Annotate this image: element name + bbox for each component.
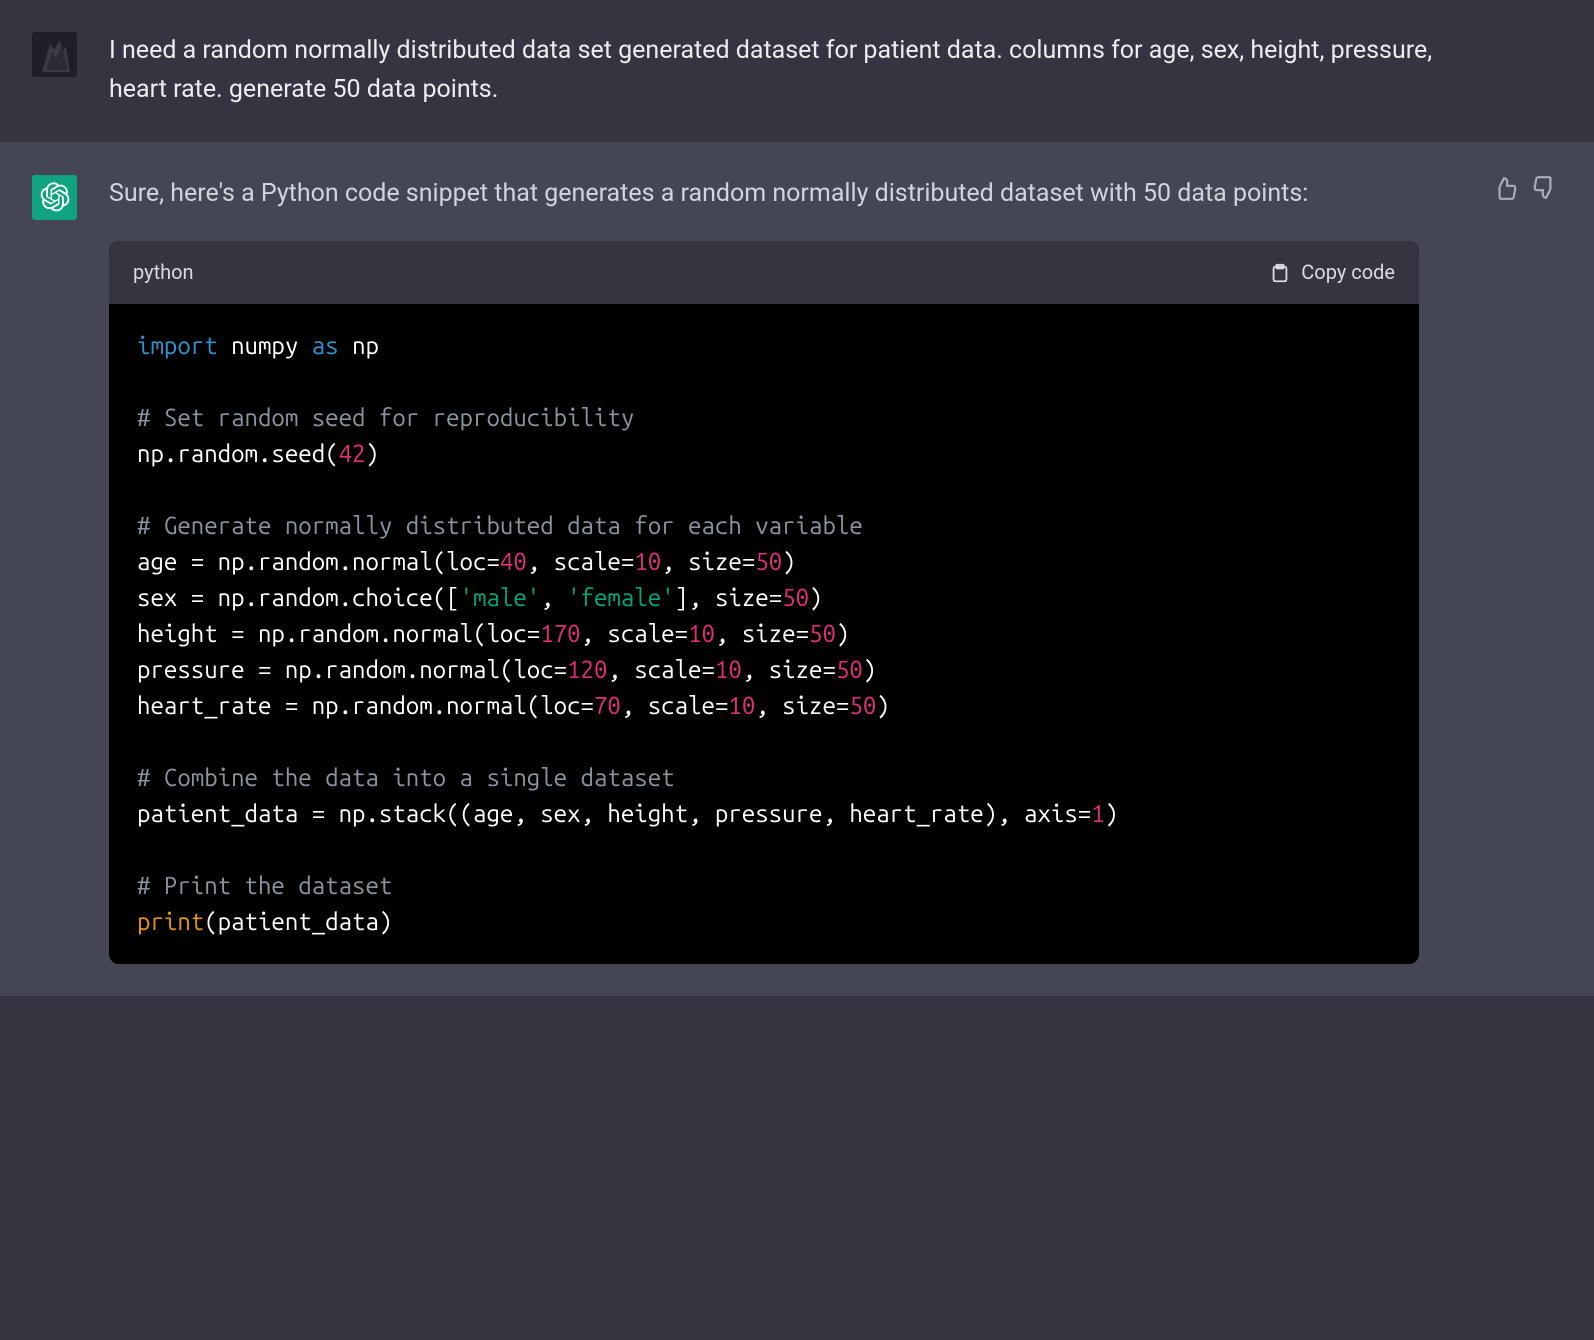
code-token: , size= xyxy=(715,620,809,647)
code-token: , size= xyxy=(742,656,836,683)
copy-code-label: Copy code xyxy=(1301,257,1395,288)
code-token: 10 xyxy=(688,620,715,647)
code-token: 1 xyxy=(1091,800,1104,827)
code-token: 42 xyxy=(339,440,366,467)
code-token: 10 xyxy=(715,656,742,683)
code-token: import xyxy=(137,332,218,359)
code-token: numpy xyxy=(218,332,312,359)
code-token: 50 xyxy=(755,548,782,575)
code-token: ) xyxy=(1105,800,1118,827)
code-token: ], size= xyxy=(675,584,783,611)
code-token: ) xyxy=(863,656,876,683)
feedback-icons xyxy=(1492,175,1558,201)
code-token: 120 xyxy=(567,656,607,683)
code-token: pressure = np.random.normal(loc= xyxy=(137,656,567,683)
code-token: , scale= xyxy=(527,548,635,575)
code-token: 50 xyxy=(836,656,863,683)
code-token: (patient_data) xyxy=(204,908,392,935)
code-token: np.random.seed( xyxy=(137,440,339,467)
code-token: 50 xyxy=(782,584,809,611)
user-avatar-image xyxy=(32,32,77,77)
code-token: 50 xyxy=(809,620,836,647)
code-token: ) xyxy=(836,620,849,647)
code-token: ) xyxy=(876,692,889,719)
thumbs-down-button[interactable] xyxy=(1532,175,1558,201)
code-token: 'female' xyxy=(567,584,675,611)
thumbs-up-icon xyxy=(1492,175,1518,201)
user-message-row: I need a random normally distributed dat… xyxy=(0,0,1594,143)
code-token: heart_rate = np.random.normal(loc= xyxy=(137,692,594,719)
code-token: # Generate normally distributed data for… xyxy=(137,512,863,539)
code-token: patient_data = np.stack((age, sex, heigh… xyxy=(137,800,1091,827)
code-token: 10 xyxy=(728,692,755,719)
assistant-intro-text: Sure, here's a Python code snippet that … xyxy=(109,175,1442,214)
code-token: 'male' xyxy=(460,584,541,611)
thumbs-down-icon xyxy=(1532,175,1558,201)
code-token: 10 xyxy=(634,548,661,575)
thumbs-up-button[interactable] xyxy=(1492,175,1518,201)
code-token: , xyxy=(540,584,567,611)
code-token: as xyxy=(312,332,339,359)
openai-logo-icon xyxy=(40,182,70,212)
code-token: np xyxy=(339,332,379,359)
code-token: # Print the dataset xyxy=(137,872,392,899)
code-token: age = np.random.normal(loc= xyxy=(137,548,500,575)
code-body[interactable]: import numpy as np # Set random seed for… xyxy=(109,304,1419,964)
code-token: , scale= xyxy=(621,692,729,719)
code-token: , scale= xyxy=(581,620,689,647)
code-token: print xyxy=(137,908,204,935)
code-token: 50 xyxy=(849,692,876,719)
code-block: python Copy code import numpy as np # Se… xyxy=(109,241,1419,964)
user-message-text: I need a random normally distributed dat… xyxy=(109,32,1562,110)
assistant-message-content: Sure, here's a Python code snippet that … xyxy=(109,175,1562,965)
code-token: , scale= xyxy=(607,656,715,683)
code-token: 170 xyxy=(540,620,580,647)
user-avatar xyxy=(32,32,77,77)
code-token: ) xyxy=(809,584,822,611)
code-token: ) xyxy=(366,440,379,467)
code-token: # Set random seed for reproducibility xyxy=(137,404,634,431)
code-token: ) xyxy=(782,548,795,575)
code-token: # Combine the data into a single dataset xyxy=(137,764,675,791)
clipboard-icon xyxy=(1269,262,1291,284)
code-header: python Copy code xyxy=(109,241,1419,304)
assistant-avatar xyxy=(32,175,77,220)
code-token: 40 xyxy=(500,548,527,575)
code-language-label: python xyxy=(133,257,194,288)
code-token: , size= xyxy=(755,692,849,719)
code-token: height = np.random.normal(loc= xyxy=(137,620,540,647)
assistant-message-row: Sure, here's a Python code snippet that … xyxy=(0,143,1594,997)
code-token: , size= xyxy=(661,548,755,575)
copy-code-button[interactable]: Copy code xyxy=(1269,257,1395,288)
code-token: sex = np.random.choice([ xyxy=(137,584,460,611)
code-token: 70 xyxy=(594,692,621,719)
